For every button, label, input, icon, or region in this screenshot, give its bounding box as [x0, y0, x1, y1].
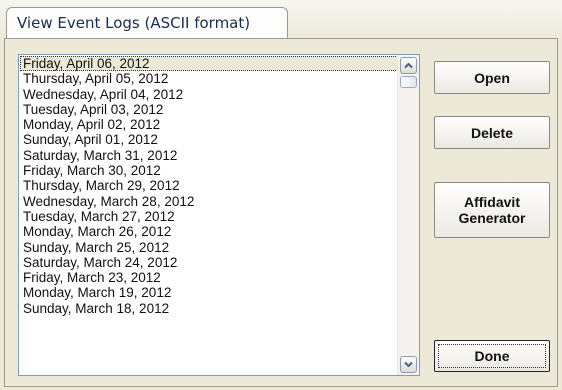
chevron-up-icon — [404, 62, 413, 69]
log-list-item[interactable]: Sunday, March 25, 2012 — [20, 240, 398, 255]
title-bar: View Event Logs (ASCII format) — [0, 0, 562, 42]
scroll-thumb[interactable] — [400, 76, 417, 88]
window-title: View Event Logs (ASCII format) — [17, 14, 251, 32]
log-list-item[interactable]: Tuesday, March 27, 2012 — [20, 209, 398, 224]
event-log-list[interactable]: Friday, April 06, 2012 Thursday, April 05… — [18, 54, 420, 376]
log-list-item[interactable]: Monday, March 19, 2012 — [20, 285, 398, 300]
log-list-item[interactable]: Tuesday, April 03, 2012 — [20, 102, 398, 117]
chevron-down-icon — [404, 361, 413, 368]
open-button[interactable]: Open — [434, 61, 550, 94]
log-list-item[interactable]: Friday, March 30, 2012 — [20, 163, 398, 178]
delete-button[interactable]: Delete — [434, 116, 550, 149]
scroll-up-button[interactable] — [400, 57, 417, 74]
done-button[interactable]: Done — [434, 340, 550, 372]
log-list-item[interactable]: Friday, April 06, 2012 — [20, 56, 398, 72]
log-list-item[interactable]: Thursday, April 05, 2012 — [20, 71, 398, 86]
log-list-item[interactable]: Saturday, March 31, 2012 — [20, 148, 398, 163]
log-list-item[interactable]: Sunday, April 01, 2012 — [20, 132, 398, 147]
affidavit-generator-button[interactable]: Affidavit Generator — [434, 182, 550, 238]
log-list-item[interactable]: Friday, March 23, 2012 — [20, 270, 398, 285]
focus-rectangle — [438, 344, 546, 368]
title-tab: View Event Logs (ASCII format) — [6, 7, 288, 39]
log-list-item[interactable]: Saturday, March 24, 2012 — [20, 255, 398, 270]
vertical-scrollbar[interactable] — [397, 55, 419, 375]
scroll-down-button[interactable] — [400, 356, 417, 373]
log-list-item[interactable]: Wednesday, April 04, 2012 — [20, 87, 398, 102]
event-log-items: Friday, April 06, 2012 Thursday, April 05… — [20, 56, 398, 316]
log-list-item[interactable]: Sunday, March 18, 2012 — [20, 301, 398, 316]
log-list-item[interactable]: Wednesday, March 28, 2012 — [20, 194, 398, 209]
log-list-item[interactable]: Monday, March 26, 2012 — [20, 224, 398, 239]
log-list-item[interactable]: Monday, April 02, 2012 — [20, 117, 398, 132]
log-list-item[interactable]: Thursday, March 29, 2012 — [20, 178, 398, 193]
